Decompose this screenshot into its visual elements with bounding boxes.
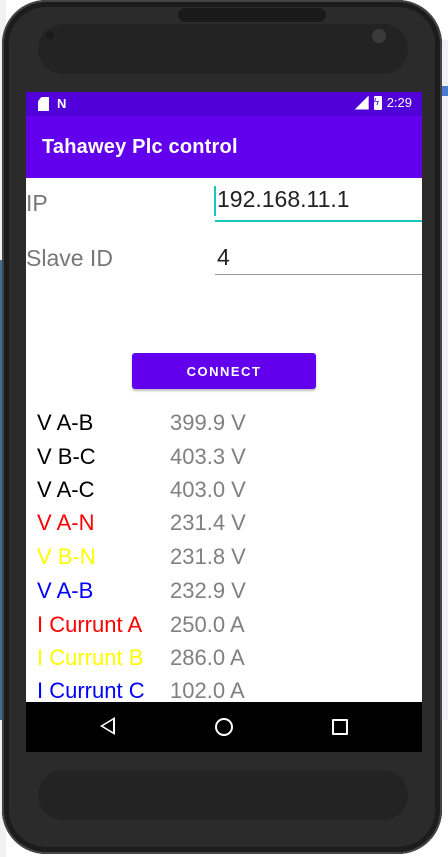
reading-value: 232.9 V	[170, 578, 246, 603]
reading-row: V A-B 399.9 V	[26, 408, 422, 442]
reading-row: I Currunt B 286.0 A	[26, 643, 422, 677]
device-screen: N LTE 2:29 Tahawey Plc control IP 192.16…	[26, 92, 422, 752]
reading-name: I Currunt A	[37, 612, 143, 637]
network-type-label: LTE	[350, 92, 364, 100]
home-icon[interactable]	[215, 718, 233, 736]
reading-value: 250.0 A	[170, 612, 245, 637]
reading-name: V B-C	[37, 444, 96, 469]
front-camera-icon	[46, 31, 54, 39]
reading-value: 231.4 V	[170, 510, 246, 535]
slave-id-input[interactable]: 4	[215, 242, 422, 275]
reading-name: I Currunt B	[37, 645, 144, 670]
back-icon[interactable]	[100, 717, 115, 735]
reading-row: V A-B 232.9 V	[26, 576, 422, 610]
nfc-icon: N	[57, 96, 67, 111]
reading-value: 286.0 A	[170, 645, 245, 670]
reading-row: V B-N 231.8 V	[26, 542, 422, 576]
reading-row: V A-N 231.4 V	[26, 508, 422, 542]
reading-value: 399.9 V	[170, 410, 246, 435]
top-speaker-grille	[38, 24, 408, 74]
reading-value: 231.8 V	[170, 544, 246, 569]
reading-name: V A-C	[37, 477, 95, 502]
connect-button[interactable]: CONNECT	[132, 353, 316, 389]
reading-value: 102.0 A	[170, 678, 245, 703]
reading-value: 403.0 V	[170, 477, 246, 502]
ip-input[interactable]: 192.168.11.1	[214, 184, 422, 222]
reading-row: V B-C 403.3 V	[26, 442, 422, 476]
slave-id-label: Slave ID	[26, 245, 113, 271]
ip-label: IP	[26, 190, 48, 216]
emulator-phone-frame: N LTE 2:29 Tahawey Plc control IP 192.16…	[2, 0, 442, 854]
reading-name: V A-B	[37, 410, 94, 435]
bottom-speaker-grille	[38, 770, 408, 820]
reading-name: V A-B	[37, 578, 94, 603]
signal-strength-icon: LTE	[354, 95, 369, 110]
app-bar: Tahawey Plc control	[26, 116, 422, 178]
slave-id-input-value: 4	[217, 244, 230, 270]
reading-name: I Currunt C	[37, 678, 145, 703]
top-bezel-notch	[178, 8, 326, 22]
recents-icon[interactable]	[332, 719, 348, 735]
ip-input-value: 192.168.11.1	[217, 186, 350, 212]
text-cursor	[214, 186, 216, 216]
reading-name: V B-N	[37, 544, 96, 569]
reading-row: V A-C 403.0 V	[26, 475, 422, 509]
sd-card-icon	[38, 97, 49, 111]
status-bar: N LTE 2:29	[26, 92, 422, 116]
proximity-sensor-icon	[372, 29, 386, 43]
reading-row: I Currunt A 250.0 A	[26, 610, 422, 644]
app-title: Tahawey Plc control	[42, 136, 238, 158]
battery-charging-icon	[373, 95, 382, 110]
status-time: 2:29	[386, 95, 412, 110]
reading-value: 403.3 V	[170, 444, 246, 469]
reading-name: V A-N	[37, 510, 95, 535]
navigation-bar	[26, 702, 422, 752]
